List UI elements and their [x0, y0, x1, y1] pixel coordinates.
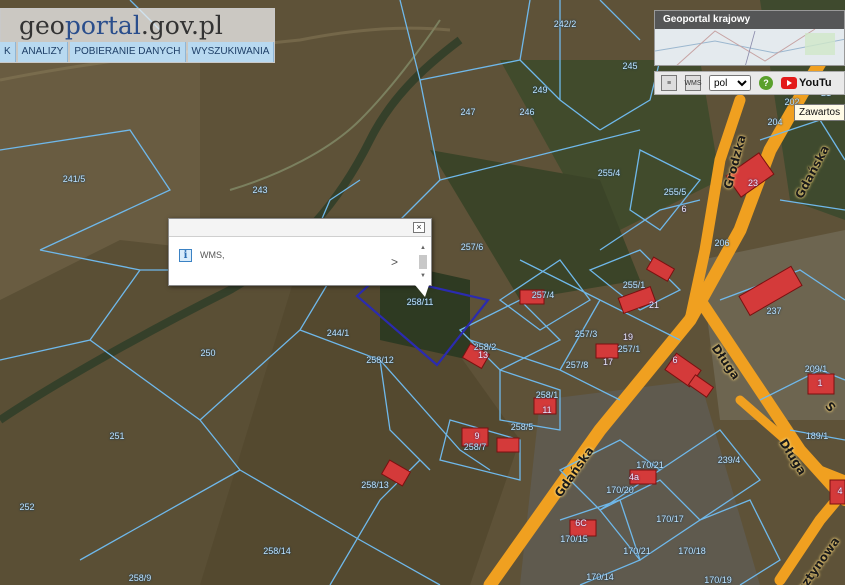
popup-scrollbar[interactable]: ▲ ▼ [417, 245, 429, 283]
main-menu: K ANALIZY POBIERANIE DANYCH WYSZUKIWANIA [0, 42, 275, 62]
parcel-label: 258/11 [406, 297, 434, 307]
parcel-label: 257/8 [565, 360, 589, 370]
scroll-down-icon[interactable]: ▼ [420, 273, 426, 279]
popup-header [169, 219, 431, 237]
building-number: 9 [474, 431, 480, 441]
parcel-label: 257/4 [531, 290, 555, 300]
parcel-label: 189/1 [805, 431, 829, 441]
language-select[interactable]: pol [709, 75, 751, 91]
parcel-label: 170/19 [704, 575, 732, 585]
parcel-label: 170/17 [656, 514, 684, 524]
parcel-label: 239/4 [717, 455, 741, 465]
parcel-label: 246 [519, 107, 535, 117]
building-number: 19 [622, 332, 634, 342]
wms-icon[interactable]: WMS [684, 75, 702, 91]
parcel-label: 258/5 [510, 422, 534, 432]
parcel-label: 204 [767, 117, 783, 127]
menu-item-pobieranie-danych[interactable]: POBIERANIE DANYCH [70, 42, 186, 62]
menu-item-wyszukiwania[interactable]: WYSZUKIWANIA [187, 42, 275, 62]
building-number: 11 [542, 405, 552, 415]
parcel-label: 255/4 [597, 168, 621, 178]
parcel-label: 258/9 [128, 573, 152, 583]
menu-item-analizy[interactable]: ANALIZY [17, 42, 69, 62]
parcel-label: 257/3 [574, 329, 598, 339]
parcel-label: 170/14 [586, 572, 614, 582]
parcel-label: 258/13 [361, 480, 389, 490]
building-number: 6 [681, 204, 687, 214]
parcel-label: 243 [252, 185, 268, 195]
parcel-label: 251 [109, 431, 125, 441]
scroll-thumb[interactable] [419, 255, 427, 269]
menu-item-k[interactable]: K [0, 42, 16, 62]
parcel-label: 245 [622, 61, 638, 71]
building-number: 13 [477, 350, 489, 360]
building-number: 4a [628, 472, 640, 482]
popup-text: WMS, [200, 250, 225, 260]
building-number: 6 [672, 355, 678, 365]
feature-info-popup: × i WMS, > ▲ ▼ [168, 218, 432, 297]
youtube-link[interactable]: YouTu [781, 77, 832, 89]
building-number: 21 [648, 300, 660, 310]
parcel-label: 170/20 [606, 485, 634, 495]
parcel-label: 250 [200, 348, 216, 358]
info-icon: i [179, 249, 192, 262]
parcel-label: 258/1 [535, 390, 559, 400]
building-number: 17 [602, 357, 614, 367]
parcel-label: 252 [19, 502, 35, 512]
map-toolbar: ≡ WMS pol ? YouTu [654, 71, 845, 95]
close-button[interactable]: × [413, 222, 425, 233]
tooltip: Zawartos [794, 104, 845, 121]
building-number: 4 [837, 486, 843, 496]
parcel-label: 255/1 [622, 280, 646, 290]
parcel-label: 249 [532, 85, 548, 95]
parcel-label: 242/2 [553, 19, 577, 29]
parcel-label: 170/15 [560, 534, 588, 544]
legend-icon[interactable]: ≡ [661, 75, 677, 91]
overview-map[interactable]: Geoportal krajowy [654, 10, 845, 66]
scroll-up-icon[interactable]: ▲ [420, 245, 426, 251]
parcel-label: 209/1 [804, 364, 828, 374]
parcel-label: 170/21 [636, 460, 664, 470]
building-number: 23 [747, 178, 759, 188]
building-number: 6C [575, 518, 587, 528]
expand-chevron-icon[interactable]: > [391, 255, 398, 269]
parcel-label: 247 [460, 107, 476, 117]
help-icon[interactable]: ? [759, 76, 773, 90]
parcel-label: 258/12 [366, 355, 394, 365]
logo-text: geoportal.gov.pl [19, 11, 223, 40]
popup-pointer [415, 285, 429, 297]
parcel-label: 244/1 [326, 328, 350, 338]
parcel-label: 170/18 [678, 546, 706, 556]
building-number: 1 [817, 378, 823, 388]
overview-map-title: Geoportal krajowy [655, 11, 844, 29]
parcel-label: 257/6 [460, 242, 484, 252]
parcel-label: 258/14 [263, 546, 291, 556]
parcel-label: 241/5 [62, 174, 86, 184]
parcel-label: 255/5 [663, 187, 687, 197]
parcel-label: 170/21 [623, 546, 651, 556]
parcel-label: 257/1 [617, 344, 641, 354]
parcel-label: 206 [714, 238, 730, 248]
youtube-icon [781, 77, 797, 89]
parcel-label: 258/7 [463, 442, 487, 452]
parcel-label: 237 [766, 306, 782, 316]
